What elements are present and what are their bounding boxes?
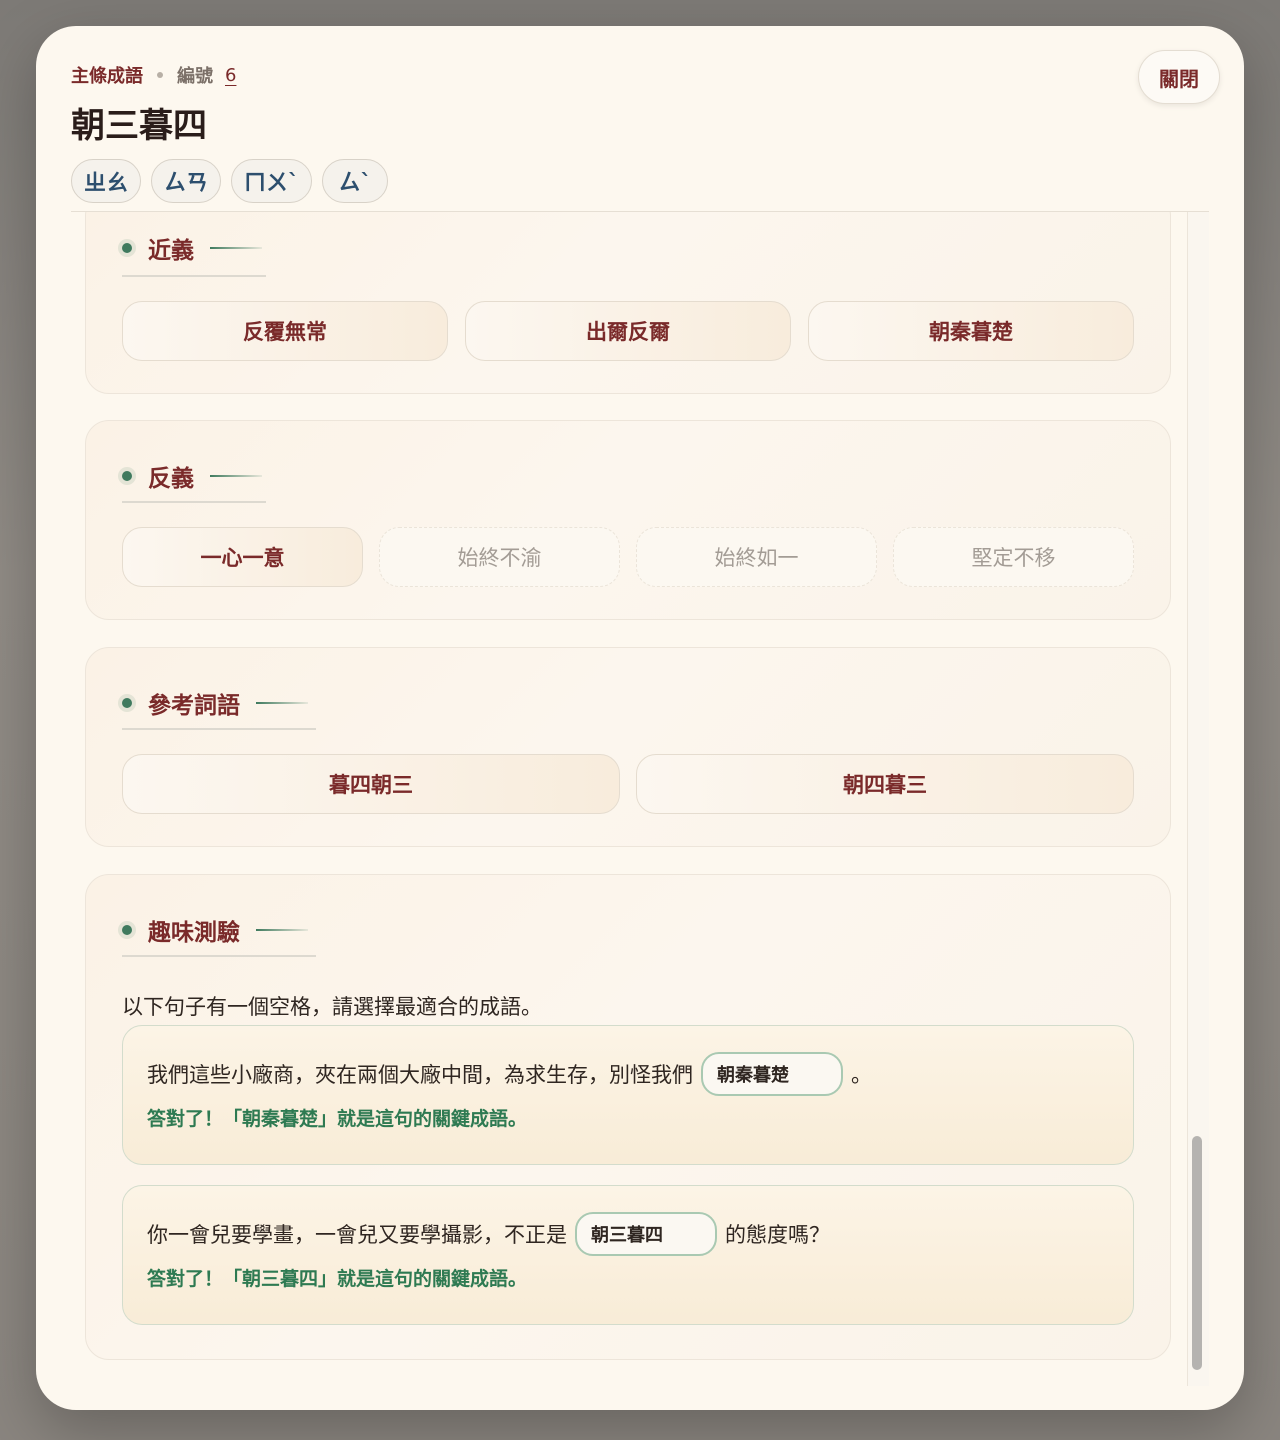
heading-dash (256, 929, 308, 931)
synonym-item[interactable]: 朝秦暮楚 (808, 301, 1134, 361)
entry-number[interactable]: 6 (225, 65, 236, 86)
entry-meta: 主條成語 編號 6 (71, 62, 1220, 88)
entry-category: 主條成語 (71, 66, 143, 87)
synonym-item[interactable]: 出爾反爾 (465, 301, 791, 361)
section-label: 反義 (148, 465, 194, 492)
section-label: 近義 (148, 237, 194, 264)
sentence-after: 。 (851, 1063, 872, 1087)
sentence-before: 你一會兒要學畫，一會兒又要學攝影，不正是 (147, 1223, 567, 1247)
sentence-after: 的態度嗎？ (725, 1223, 830, 1247)
zhuyin-chip[interactable]: ㄓㄠ (71, 159, 142, 203)
antonym-item[interactable]: 一心一意 (122, 527, 363, 587)
references-card: 參考詞語 暮四朝三 朝四暮三 (85, 647, 1171, 847)
synonym-item[interactable]: 反覆無常 (122, 301, 448, 361)
bullet-icon (122, 471, 132, 481)
synonyms-card: 近義 反覆無常 出爾反爾 朝秦暮楚 (85, 212, 1171, 394)
quiz-question: 你一會兒要學畫，一會兒又要學攝影，不正是 朝三暮四 的態度嗎？ 答對了！「朝三暮… (122, 1185, 1134, 1325)
page-title: 朝三暮四 (71, 106, 207, 146)
zhuyin-chip[interactable]: ㄙˋ (322, 159, 389, 203)
section-label: 趣味測驗 (148, 919, 240, 946)
heading-dash (210, 247, 262, 249)
bullet-icon (122, 243, 132, 253)
heading-underline (122, 728, 316, 730)
section-label: 參考詞語 (148, 692, 240, 719)
sentence-before: 我們這些小廠商，夾在兩個大廠中間，為求生存，別怪我們 (147, 1063, 693, 1087)
heading-underline (122, 275, 266, 277)
references-heading: 參考詞語 (122, 686, 308, 720)
bullet-icon (122, 698, 132, 708)
antonym-item[interactable]: 始終不渝 (379, 527, 620, 587)
antonym-item[interactable]: 堅定不移 (893, 527, 1134, 587)
meta-separator (157, 72, 163, 78)
reference-item[interactable]: 朝四暮三 (636, 754, 1134, 814)
heading-underline (122, 955, 316, 957)
heading-dash (210, 475, 262, 477)
antonym-item[interactable]: 始終如一 (636, 527, 877, 587)
antonyms-card: 反義 一心一意 始終不渝 始終如一 堅定不移 (85, 420, 1171, 620)
quiz-sentence: 你一會兒要學畫，一會兒又要學攝影，不正是 朝三暮四 的態度嗎？ (147, 1212, 830, 1256)
detail-scroll-area[interactable]: 近義 反覆無常 出爾反爾 朝秦暮楚 反義 一心一意 始終不渝 始終如一 堅定不移 (71, 211, 1209, 1386)
reference-item[interactable]: 暮四朝三 (122, 754, 620, 814)
bullet-icon (122, 925, 132, 935)
quiz-feedback: 答對了！「朝秦暮楚」就是這句的關鍵成語。 (147, 1108, 528, 1130)
modal-header: 主條成語 編號 6 朝三暮四 ㄓㄠ ㄙㄢ ㄇㄨˋ ㄙˋ (71, 62, 1220, 203)
antonyms-heading: 反義 (122, 459, 262, 493)
quiz-feedback: 答對了！「朝三暮四」就是這句的關鍵成語。 (147, 1268, 528, 1290)
scrollbar-thumb[interactable] (1192, 1136, 1202, 1370)
heading-underline (122, 501, 266, 503)
quiz-sentence: 我們這些小廠商，夾在兩個大廠中間，為求生存，別怪我們 朝秦暮楚 。 (147, 1052, 872, 1096)
answer-blank[interactable]: 朝秦暮楚 (701, 1052, 843, 1096)
heading-dash (256, 702, 308, 704)
quiz-intro: 以下句子有一個空格，請選擇最適合的成語。 (122, 995, 542, 1019)
quiz-heading: 趣味測驗 (122, 913, 308, 947)
zhuyin-chip[interactable]: ㄇㄨˋ (231, 159, 313, 203)
answer-blank[interactable]: 朝三暮四 (575, 1212, 717, 1256)
quiz-card: 趣味測驗 以下句子有一個空格，請選擇最適合的成語。 我們這些小廠商，夾在兩個大廠… (85, 874, 1171, 1360)
quiz-question: 我們這些小廠商，夾在兩個大廠中間，為求生存，別怪我們 朝秦暮楚 。 答對了！「朝… (122, 1025, 1134, 1165)
entry-number-label: 編號 (177, 66, 213, 87)
zhuyin-list: ㄓㄠ ㄙㄢ ㄇㄨˋ ㄙˋ (71, 159, 1220, 203)
idiom-detail-modal: 主條成語 編號 6 朝三暮四 ㄓㄠ ㄙㄢ ㄇㄨˋ ㄙˋ 關閉 近義 反覆無常 出… (36, 26, 1244, 1410)
zhuyin-chip[interactable]: ㄙㄢ (151, 159, 222, 203)
close-button[interactable]: 關閉 (1138, 50, 1220, 104)
synonyms-heading: 近義 (122, 231, 262, 265)
